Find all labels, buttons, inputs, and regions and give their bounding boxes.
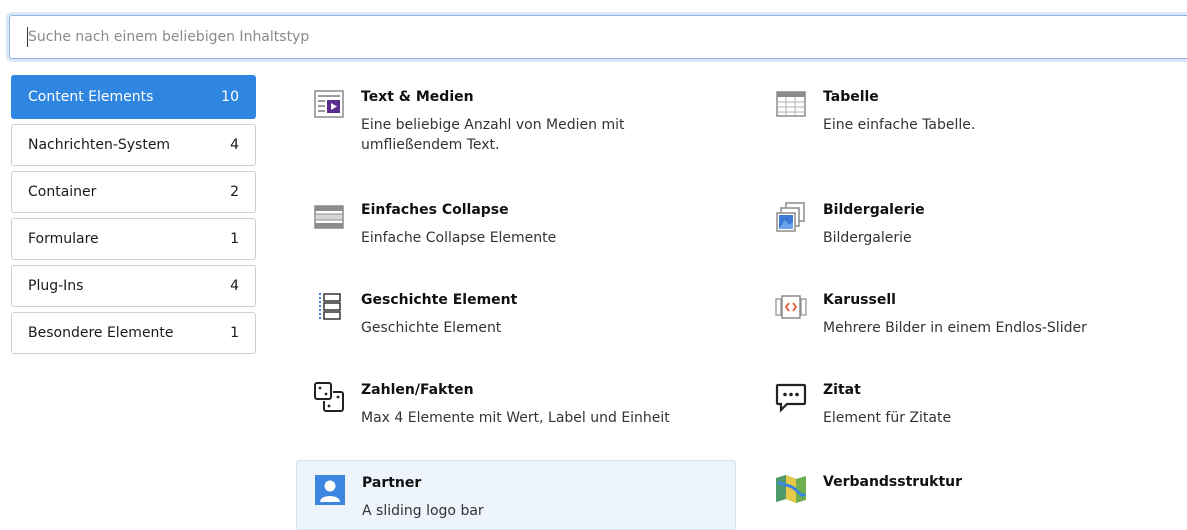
timeline-icon bbox=[312, 290, 346, 324]
category-label: Container bbox=[28, 184, 97, 200]
search-input[interactable] bbox=[10, 16, 1187, 58]
element-description: Eine beliebige Anzahl von Medien mit umf… bbox=[361, 117, 625, 153]
category-count: 4 bbox=[230, 278, 239, 294]
category-count: 2 bbox=[230, 184, 239, 200]
element-table[interactable]: Tabelle Eine einfache Tabelle. bbox=[758, 75, 1187, 155]
collapse-icon bbox=[312, 200, 346, 234]
element-collapse[interactable]: Einfaches Collapse Einfache Collapse Ele… bbox=[296, 188, 736, 268]
element-title: Einfaches Collapse bbox=[361, 202, 509, 218]
element-timeline[interactable]: Geschichte Element Geschichte Element bbox=[296, 278, 736, 358]
element-title: Verbandsstruktur bbox=[823, 474, 963, 490]
element-title: Zahlen/Fakten bbox=[361, 382, 474, 398]
element-description: Element für Zitate bbox=[823, 410, 952, 426]
search-box[interactable] bbox=[9, 15, 1187, 59]
carousel-icon bbox=[774, 290, 808, 324]
element-title: Text & Medien bbox=[361, 89, 474, 105]
category-label: Formulare bbox=[28, 231, 99, 247]
map-icon bbox=[774, 472, 808, 506]
element-description: A sliding logo bar bbox=[362, 503, 484, 519]
element-numbers-facts[interactable]: Zahlen/Fakten Max 4 Elemente mit Wert, L… bbox=[296, 368, 736, 448]
gallery-icon bbox=[774, 200, 808, 234]
category-label: Besondere Elemente bbox=[28, 325, 174, 341]
category-count: 1 bbox=[230, 325, 239, 341]
element-title: Partner bbox=[362, 475, 422, 491]
table-icon bbox=[774, 87, 808, 121]
element-description: Max 4 Elemente mit Wert, Label und Einhe… bbox=[361, 410, 670, 426]
quote-icon bbox=[774, 380, 808, 414]
element-description: Bildergalerie bbox=[823, 230, 912, 246]
category-count: 1 bbox=[230, 231, 239, 247]
category-besondere-elemente[interactable]: Besondere Elemente 1 bbox=[11, 312, 256, 354]
category-nav: Content Elements 10 Nachrichten-System 4… bbox=[11, 75, 256, 359]
element-verbandsstruktur[interactable]: Verbandsstruktur bbox=[758, 460, 1187, 520]
element-partner[interactable]: Partner A sliding logo bar bbox=[296, 460, 736, 530]
element-description: Mehrere Bilder in einem Endlos-Slider bbox=[823, 320, 1087, 336]
numbers-facts-icon bbox=[312, 380, 346, 414]
category-count: 4 bbox=[230, 137, 239, 153]
category-count: 10 bbox=[221, 89, 239, 105]
category-label: Nachrichten-System bbox=[28, 137, 171, 153]
category-label: Content Elements bbox=[28, 89, 154, 105]
element-title: Bildergalerie bbox=[823, 202, 925, 218]
element-description: Einfache Collapse Elemente bbox=[361, 230, 557, 246]
element-description: Eine einfache Tabelle. bbox=[823, 117, 976, 133]
element-carousel[interactable]: Karussell Mehrere Bilder in einem Endlos… bbox=[758, 278, 1187, 358]
partner-user-icon bbox=[313, 473, 347, 507]
element-text-media[interactable]: Text & Medien Eine beliebige Anzahl von … bbox=[296, 75, 736, 155]
category-content-elements[interactable]: Content Elements 10 bbox=[11, 75, 256, 119]
category-container[interactable]: Container 2 bbox=[11, 171, 256, 213]
element-quote[interactable]: Zitat Element für Zitate bbox=[758, 368, 1187, 448]
text-caret bbox=[27, 27, 28, 47]
text-media-icon bbox=[312, 87, 346, 121]
element-title: Tabelle bbox=[823, 89, 879, 105]
category-formulare[interactable]: Formulare 1 bbox=[11, 218, 256, 260]
category-plug-ins[interactable]: Plug-Ins 4 bbox=[11, 265, 256, 307]
element-title: Zitat bbox=[823, 382, 861, 398]
element-title: Geschichte Element bbox=[361, 292, 518, 308]
category-nachrichten-system[interactable]: Nachrichten-System 4 bbox=[11, 124, 256, 166]
element-title: Karussell bbox=[823, 292, 896, 308]
element-description: Geschichte Element bbox=[361, 320, 502, 336]
element-gallery[interactable]: Bildergalerie Bildergalerie bbox=[758, 188, 1187, 268]
category-label: Plug-Ins bbox=[28, 278, 84, 294]
